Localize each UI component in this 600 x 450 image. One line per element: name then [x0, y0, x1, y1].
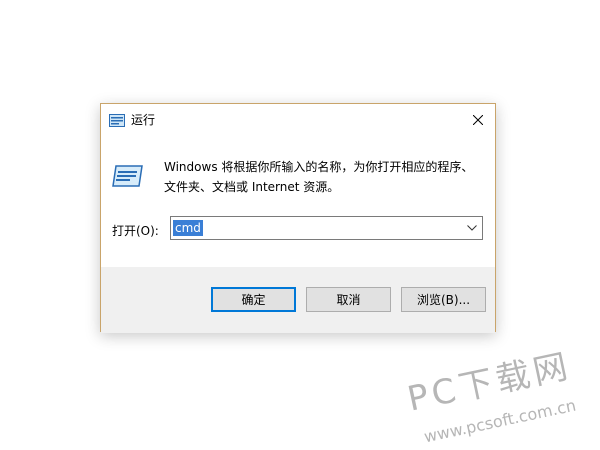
open-combobox[interactable]: cmd: [170, 216, 483, 240]
open-label: 打开(O):: [112, 224, 159, 238]
run-large-icon: [112, 163, 144, 189]
cancel-button[interactable]: 取消: [306, 287, 391, 312]
ok-button[interactable]: 确定: [211, 287, 296, 312]
run-app-icon: [109, 112, 125, 127]
command-input-value[interactable]: cmd: [173, 220, 203, 236]
chevron-down-icon[interactable]: [464, 220, 480, 236]
browse-button[interactable]: 浏览(B)...: [401, 287, 486, 312]
dialog-footer: 确定 取消 浏览(B)...: [101, 267, 495, 333]
close-button[interactable]: [461, 104, 495, 134]
dialog-title: 运行: [131, 113, 156, 127]
watermark: PC下载网 www.pcsoft.com.cn: [395, 345, 595, 446]
close-icon: [472, 110, 484, 129]
dialog-body: Windows 将根据你所输入的名称，为你打开相应的程序、文件夹、文档或 Int…: [101, 134, 495, 267]
page: 运行 Windows 将根据你所输入的名称，为你打开相应的程序、文件夹、文档或: [0, 0, 600, 450]
run-dialog: 运行 Windows 将根据你所输入的名称，为你打开相应的程序、文件夹、文档或: [100, 103, 496, 333]
title-bar: 运行: [101, 104, 495, 134]
dialog-description: Windows 将根据你所输入的名称，为你打开相应的程序、文件夹、文档或 Int…: [164, 160, 474, 194]
